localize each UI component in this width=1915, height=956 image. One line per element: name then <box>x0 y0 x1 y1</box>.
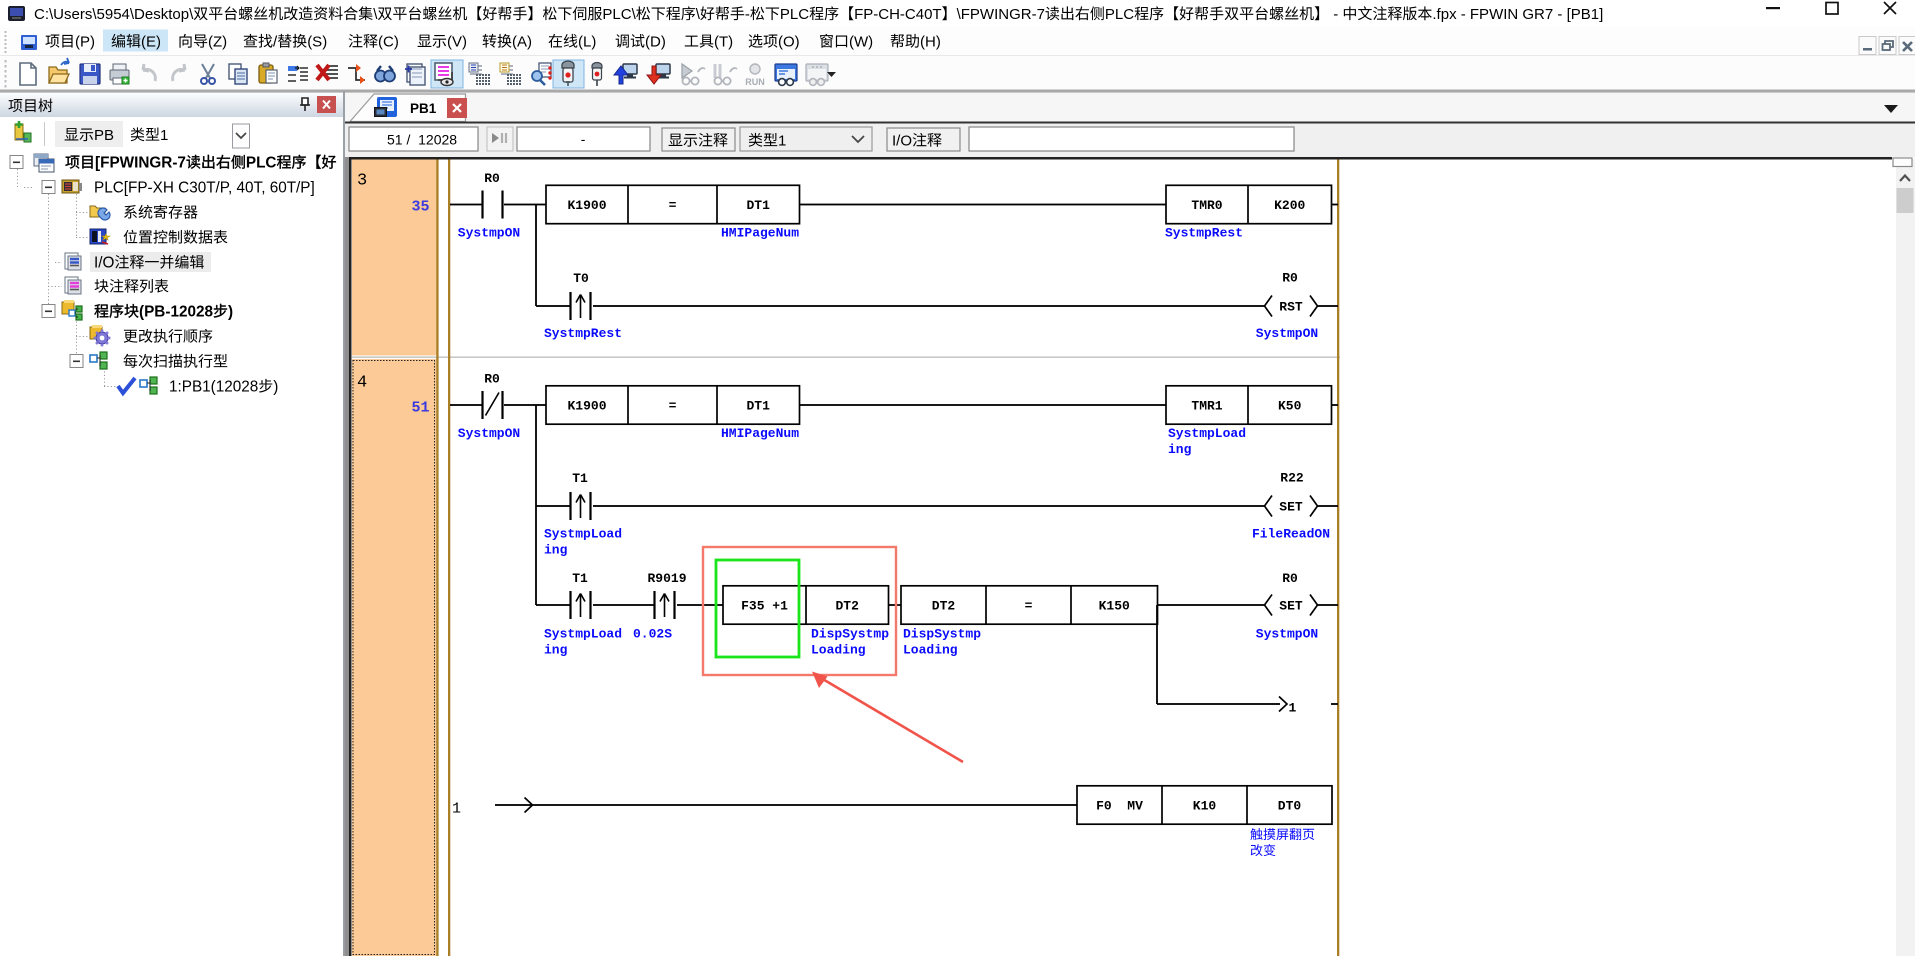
svg-text:R22: R22 <box>1280 471 1304 486</box>
svg-text:SystmpON: SystmpON <box>1256 326 1318 341</box>
svg-text:I/O: I/O <box>94 255 114 272</box>
svg-text:1: 1 <box>1289 701 1297 716</box>
svg-text:3: 3 <box>357 172 367 191</box>
svg-text:PB1: PB1 <box>410 101 437 116</box>
svg-text:(O): (O) <box>778 34 800 51</box>
svg-text:-: - <box>1329 6 1342 23</box>
svg-text:SystmpLoad: SystmpLoad <box>1168 426 1246 441</box>
svg-text:(L): (L) <box>578 34 596 51</box>
svg-text:51: 51 <box>412 400 430 417</box>
svg-text:): ) <box>228 304 233 321</box>
svg-text:I/O: I/O <box>892 133 912 150</box>
svg-text:K150: K150 <box>1099 599 1130 614</box>
svg-text:-: - <box>581 131 586 147</box>
svg-text:PLC: PLC <box>1105 6 1134 23</box>
svg-text:ing: ing <box>544 543 568 558</box>
svg-text:ing: ing <box>1168 442 1192 457</box>
svg-text:(V): (V) <box>447 34 467 51</box>
svg-text:DispSystmp: DispSystmp <box>903 627 981 642</box>
svg-text:SET: SET <box>1279 500 1303 515</box>
svg-text:DispSystmp: DispSystmp <box>811 627 889 642</box>
svg-text:51 / 12028: 51 / 12028 <box>387 132 457 148</box>
svg-text:R0: R0 <box>1282 571 1298 586</box>
svg-text:DT1: DT1 <box>747 399 771 414</box>
svg-text:=: = <box>1025 599 1033 614</box>
svg-text:R0: R0 <box>484 171 500 186</box>
svg-text:DT2: DT2 <box>836 599 860 614</box>
svg-text:PLC: PLC <box>246 155 277 172</box>
svg-text:T1: T1 <box>572 571 588 586</box>
svg-text:4: 4 <box>357 374 367 393</box>
svg-text:-: - <box>745 6 750 23</box>
svg-text:.fpx - FPWIN GR7 - [PB1]: .fpx - FPWIN GR7 - [PB1] <box>1432 6 1603 23</box>
svg-text:TMR0: TMR0 <box>1191 198 1222 213</box>
svg-text:(D): (D) <box>645 34 666 51</box>
svg-text:0.02S: 0.02S <box>633 627 672 642</box>
svg-text:SystmpON: SystmpON <box>458 426 520 441</box>
svg-text:K1900: K1900 <box>568 399 607 414</box>
svg-text:PLC\: PLC\ <box>602 6 636 23</box>
svg-text:SystmpLoad: SystmpLoad <box>544 527 622 542</box>
svg-text:SystmpRest: SystmpRest <box>544 326 622 341</box>
svg-text:(E): (E) <box>141 34 161 51</box>
svg-text:R0: R0 <box>484 372 500 387</box>
svg-text:C:\Users\5954\Desktop\: C:\Users\5954\Desktop\ <box>34 6 194 23</box>
svg-text:SystmpON: SystmpON <box>1256 627 1318 642</box>
svg-text:K50: K50 <box>1278 399 1302 414</box>
svg-text:FileReadON: FileReadON <box>1252 527 1330 542</box>
svg-text:PLC: PLC <box>780 6 809 23</box>
svg-text:T1: T1 <box>572 471 588 486</box>
svg-text:HMIPageNum: HMIPageNum <box>721 426 799 441</box>
svg-text:[FPWINGR-7: [FPWINGR-7 <box>95 155 186 172</box>
svg-text:RST: RST <box>1279 300 1303 315</box>
svg-text:1: 1 <box>452 801 461 818</box>
svg-text:FP-CH-C40T: FP-CH-C40T <box>854 6 942 23</box>
svg-text:SystmpLoad: SystmpLoad <box>544 627 622 642</box>
svg-text:(T): (T) <box>714 34 733 51</box>
svg-text:(S): (S) <box>307 34 327 51</box>
svg-text:(W): (W) <box>849 34 873 51</box>
svg-text:DT0: DT0 <box>1278 799 1302 814</box>
svg-text:TMR1: TMR1 <box>1191 399 1222 414</box>
svg-text:(PB-12028: (PB-12028 <box>139 304 213 321</box>
svg-text:1: 1 <box>160 127 168 144</box>
svg-text:PLC[FP-XH C30T/P, 40T, 60T/P]: PLC[FP-XH C30T/P, 40T, 60T/P] <box>94 180 315 197</box>
svg-text:SystmpRest: SystmpRest <box>1165 226 1243 241</box>
svg-text:1:PB1(12028: 1:PB1(12028 <box>169 379 258 396</box>
svg-text:\FPWINGR-7: \FPWINGR-7 <box>957 6 1045 23</box>
svg-text:F35 +1: F35 +1 <box>741 599 788 614</box>
svg-text:SystmpON: SystmpON <box>458 226 520 241</box>
svg-text:RUN: RUN <box>745 77 765 87</box>
svg-text:HMIPageNum: HMIPageNum <box>721 226 799 241</box>
svg-text:ing: ing <box>544 643 568 658</box>
svg-text:SET: SET <box>1279 599 1303 614</box>
svg-text:F0 MV: F0 MV <box>1096 799 1143 814</box>
svg-text:K200: K200 <box>1274 198 1305 213</box>
svg-text:(C): (C) <box>378 34 399 51</box>
svg-text:(P): (P) <box>75 34 95 51</box>
svg-text:R0: R0 <box>1282 271 1298 286</box>
svg-text:PB: PB <box>94 127 114 144</box>
svg-text:1: 1 <box>778 133 786 150</box>
svg-text:(H): (H) <box>920 34 941 51</box>
svg-text:Loading: Loading <box>811 643 866 658</box>
svg-text:(A): (A) <box>512 34 532 51</box>
svg-text:(Z): (Z) <box>208 34 227 51</box>
svg-text:K10: K10 <box>1193 799 1217 814</box>
svg-text:35: 35 <box>412 199 430 216</box>
svg-text:DT2: DT2 <box>932 599 956 614</box>
svg-text:Loading: Loading <box>903 643 958 658</box>
svg-text:R9019: R9019 <box>648 571 687 586</box>
svg-text:=: = <box>669 399 677 414</box>
svg-text:): ) <box>273 379 278 396</box>
svg-text:K1900: K1900 <box>568 198 607 213</box>
svg-text:DT1: DT1 <box>747 198 771 213</box>
svg-text:=: = <box>669 198 677 213</box>
svg-text:T0: T0 <box>573 271 589 286</box>
